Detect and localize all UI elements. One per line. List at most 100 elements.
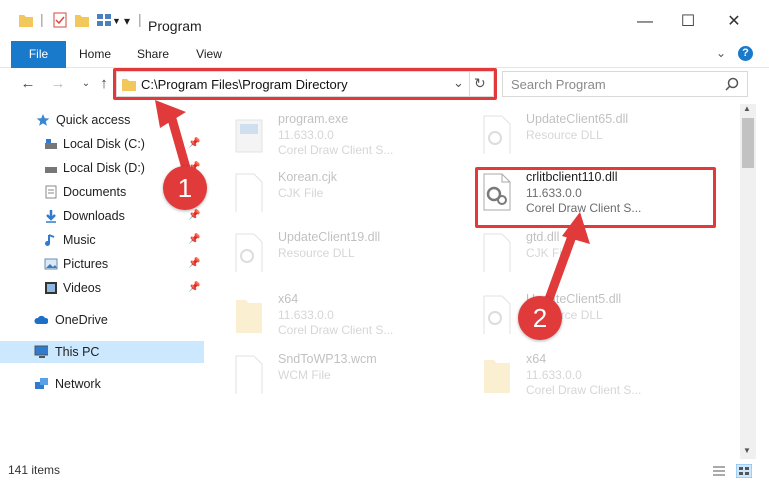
videos-icon bbox=[45, 282, 57, 294]
file-type: Resource DLL bbox=[526, 128, 603, 142]
sidebar-item-this-pc[interactable]: This PC bbox=[0, 341, 204, 363]
separator: | bbox=[40, 11, 44, 27]
list-item[interactable]: x64 11.633.0.0 Corel Draw Client S... bbox=[480, 350, 720, 398]
scroll-up-icon[interactable]: ▲ bbox=[743, 104, 751, 113]
sidebar-item-network[interactable]: Network bbox=[0, 373, 204, 395]
large-icons-view-icon[interactable] bbox=[736, 464, 752, 478]
sidebar-item-label: Downloads bbox=[63, 209, 125, 223]
search-box[interactable]: Search Program bbox=[502, 71, 748, 97]
download-icon bbox=[46, 210, 56, 223]
view-icon[interactable] bbox=[96, 11, 112, 29]
list-item[interactable]: UpdateClient19.dll Resource DLL bbox=[232, 228, 472, 276]
sidebar-item-quick-access[interactable]: Quick access bbox=[0, 109, 204, 131]
sidebar-item-label: Documents bbox=[63, 185, 127, 199]
list-item[interactable]: UpdateClient5.dll Resource DLL bbox=[480, 290, 720, 338]
sidebar-item-downloads[interactable]: Downloads 📌 bbox=[0, 205, 204, 227]
sidebar-item-pictures[interactable]: Pictures 📌 bbox=[0, 253, 204, 275]
sidebar-item-label: Videos bbox=[63, 281, 101, 295]
list-item[interactable]: x64 11.633.0.0 Corel Draw Client S... bbox=[232, 290, 472, 338]
title-bar: | ▼ ▾ | Program — ☐ ✕ bbox=[0, 0, 769, 40]
file-version: 11.633.0.0 bbox=[278, 128, 334, 142]
file-type: Resource DLL bbox=[278, 246, 355, 260]
blank-file-icon bbox=[483, 233, 511, 272]
file-name: program.exe bbox=[278, 112, 349, 126]
blank-file-icon bbox=[235, 173, 263, 212]
star-icon bbox=[36, 114, 50, 126]
folder-zip-icon bbox=[236, 300, 262, 333]
sidebar-item-label: Local Disk (C:) bbox=[63, 137, 145, 151]
pin-icon: 📌 bbox=[188, 258, 201, 269]
sidebar-item-label: Music bbox=[63, 233, 96, 247]
search-input[interactable]: Search Program bbox=[511, 77, 606, 92]
file-type: CJK File bbox=[526, 246, 572, 260]
list-item[interactable]: SndToWP13.wcm WCM File bbox=[232, 350, 472, 398]
documents-icon bbox=[45, 185, 57, 199]
exe-icon bbox=[235, 119, 263, 153]
expand-ribbon-icon[interactable]: ⌄ bbox=[716, 46, 726, 60]
address-highlight-box bbox=[113, 68, 497, 100]
scroll-down-icon[interactable]: ▼ bbox=[743, 446, 751, 455]
minimize-button[interactable]: — bbox=[625, 10, 665, 34]
window-title: Program bbox=[148, 18, 202, 34]
list-item[interactable]: UpdateClient65.dll Resource DLL bbox=[480, 110, 720, 158]
sidebar-item-videos[interactable]: Videos 📌 bbox=[0, 277, 204, 299]
details-view-icon[interactable] bbox=[712, 465, 726, 477]
dll-icon bbox=[235, 233, 263, 272]
folder-icon[interactable] bbox=[18, 11, 34, 29]
list-item[interactable]: program.exe 11.633.0.0 Corel Draw Client… bbox=[232, 110, 472, 158]
sidebar-item-label: OneDrive bbox=[55, 313, 108, 327]
file-name: x64 bbox=[526, 352, 547, 366]
list-item[interactable]: gtd.dll CJK File bbox=[480, 228, 720, 276]
music-icon bbox=[45, 234, 55, 246]
sidebar-item-label: Network bbox=[55, 377, 101, 391]
dll-icon bbox=[483, 115, 511, 154]
pictures-icon bbox=[44, 258, 58, 270]
vertical-scrollbar[interactable]: ▲ ▼ bbox=[740, 104, 756, 459]
computer-icon bbox=[34, 345, 48, 358]
cloud-icon bbox=[34, 315, 48, 324]
sidebar-item-label: This PC bbox=[55, 345, 100, 359]
folder-zip-icon bbox=[484, 360, 510, 393]
pin-icon: 📌 bbox=[188, 282, 201, 293]
ribbon: File Home Share View ⌄ ? bbox=[0, 41, 769, 89]
file-name: UpdateClient65.dll bbox=[526, 112, 629, 126]
help-icon[interactable]: ? bbox=[738, 46, 753, 61]
navigation-pane: Quick access Local Disk (C:) 📌 Local Dis… bbox=[0, 104, 204, 459]
network-icon bbox=[35, 378, 48, 389]
forward-arrow-icon[interactable]: → bbox=[48, 74, 68, 94]
sidebar-item-music[interactable]: Music 📌 bbox=[0, 229, 204, 251]
file-description: Corel Draw Client S... bbox=[278, 323, 394, 337]
search-icon[interactable] bbox=[725, 77, 739, 91]
up-arrow-icon[interactable]: ↑ bbox=[94, 74, 114, 94]
scrollbar-thumb[interactable] bbox=[742, 118, 754, 168]
customize-toolbar-icon[interactable]: ▾ bbox=[124, 14, 130, 32]
chevron-down-icon[interactable]: ▼ bbox=[112, 16, 121, 34]
close-button[interactable]: ✕ bbox=[714, 10, 754, 34]
tab-share[interactable]: Share bbox=[132, 41, 174, 67]
step-1-badge: 1 bbox=[163, 166, 207, 210]
dll-icon bbox=[483, 295, 511, 334]
file-description: Corel Draw Client S... bbox=[278, 143, 394, 157]
sidebar-item-label: Local Disk (D:) bbox=[63, 161, 145, 175]
file-type: CJK File bbox=[278, 186, 324, 200]
new-folder-icon[interactable] bbox=[74, 11, 90, 29]
drive-icon bbox=[45, 167, 57, 173]
list-item[interactable]: Korean.cjk CJK File bbox=[232, 168, 472, 216]
sidebar-item-local-disk-c[interactable]: Local Disk (C:) 📌 bbox=[0, 133, 204, 155]
maximize-button[interactable]: ☐ bbox=[668, 10, 708, 34]
file-version: 11.633.0.0 bbox=[278, 308, 334, 322]
blank-file-icon bbox=[235, 355, 263, 394]
properties-icon[interactable] bbox=[52, 11, 68, 29]
sidebar-item-label: Pictures bbox=[63, 257, 109, 271]
file-list: program.exe 11.633.0.0 Corel Draw Client… bbox=[206, 104, 739, 459]
file-name: Korean.cjk bbox=[278, 170, 338, 184]
recent-locations-icon[interactable]: ⌄ bbox=[76, 74, 96, 94]
file-type: WCM File bbox=[278, 368, 331, 382]
file-name: UpdateClient19.dll bbox=[278, 230, 381, 244]
tab-view[interactable]: View bbox=[190, 41, 228, 67]
file-name: gtd.dll bbox=[526, 230, 560, 244]
tab-home[interactable]: Home bbox=[74, 41, 116, 67]
pin-icon: 📌 bbox=[188, 234, 201, 245]
sidebar-item-onedrive[interactable]: OneDrive bbox=[0, 309, 204, 331]
back-arrow-icon[interactable]: ← bbox=[18, 74, 38, 94]
